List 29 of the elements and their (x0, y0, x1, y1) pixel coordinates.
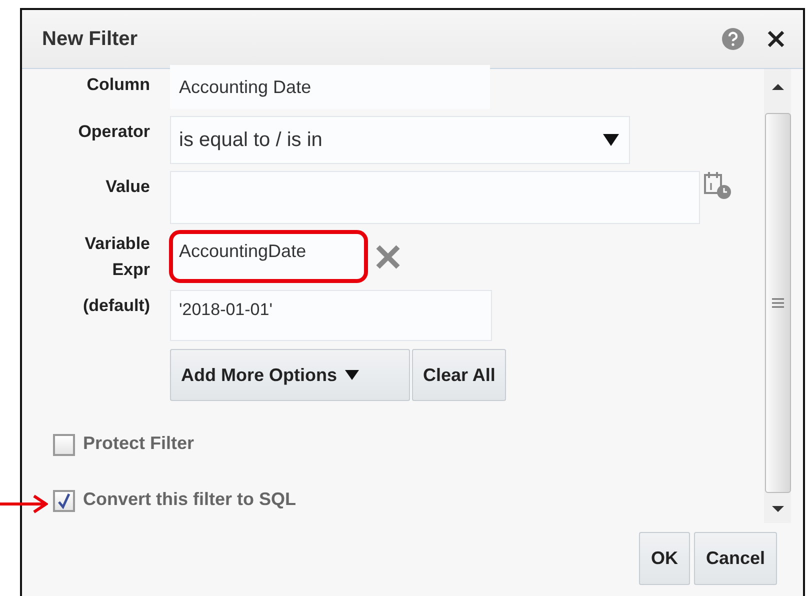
help-icon[interactable] (721, 27, 745, 51)
column-value: Accounting Date (170, 65, 490, 109)
clear-button[interactable]: Clear All (412, 349, 506, 401)
dialog-button[interactable]: Cancel (694, 532, 777, 585)
close-icon[interactable] (767, 30, 785, 48)
scrollbar[interactable] (764, 69, 791, 523)
field-label: Value (106, 176, 150, 197)
field-label: (default) (82, 295, 150, 316)
operator-dropdown[interactable]: is equal to / is in (170, 116, 630, 164)
checkbox[interactable] (53, 434, 75, 456)
caret-icon (345, 370, 359, 380)
add-options-button[interactable]: Add More Options (170, 349, 410, 401)
checkbox[interactable] (53, 490, 75, 512)
field-label: Variable Expr (84, 233, 150, 281)
scroll-down-icon[interactable] (772, 505, 784, 513)
dialog-button[interactable]: OK (638, 532, 690, 585)
scroll-up-icon[interactable] (772, 83, 784, 91)
calendar-clock-icon[interactable] (703, 171, 733, 201)
default-field[interactable]: '2018-01-01' (170, 290, 492, 341)
clear-icon[interactable] (375, 244, 401, 270)
value-field[interactable] (170, 171, 700, 224)
field-label: Operator (78, 121, 150, 142)
variable-field[interactable]: AccountingDate (170, 231, 367, 282)
grip-icon (772, 298, 784, 308)
caret-icon (603, 134, 619, 146)
window-title: New Filter (42, 28, 139, 50)
checkbox-label: Convert this filter to SQL (83, 488, 296, 510)
field-label: Column (86, 74, 150, 95)
checkbox-label: Protect Filter (83, 432, 194, 454)
